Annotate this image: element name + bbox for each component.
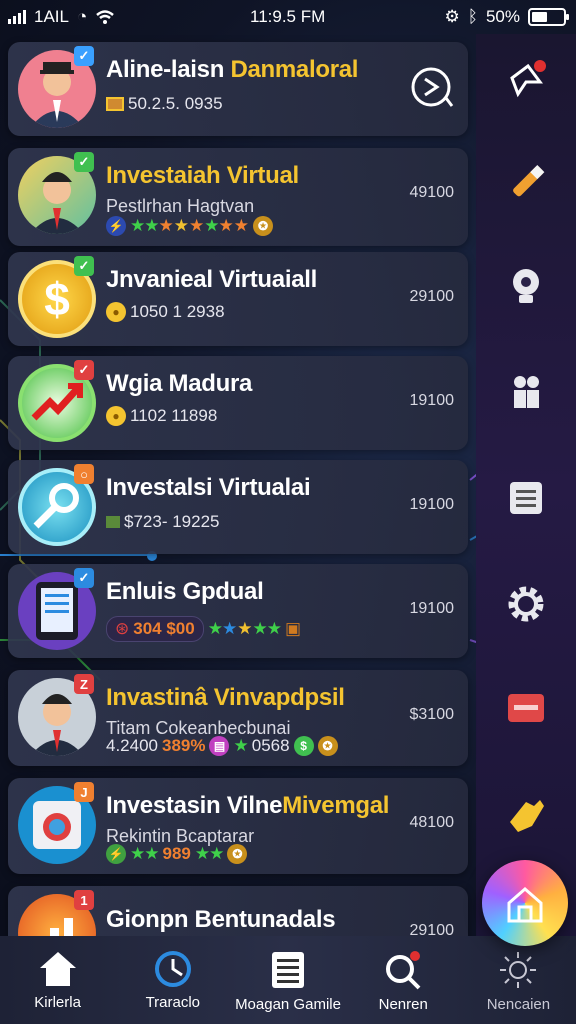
item-value: 19100	[409, 600, 455, 617]
list-icon	[272, 952, 304, 988]
list-item[interactable]: $ ✓ Jnvanieal Virtuaiall ● 1050 1 2938 2…	[8, 252, 468, 346]
coin-stack-icon: ●	[106, 406, 126, 426]
item-title: Gionpn Bentunadals	[106, 906, 336, 933]
item-subtitle: Pestlrhan Hagtvan	[106, 196, 255, 216]
people-icon[interactable]	[502, 366, 550, 414]
status-badge: ○	[74, 464, 94, 484]
lightning-icon: ⚡	[106, 844, 126, 864]
status-badge: ✓	[74, 256, 94, 276]
clock-icon	[154, 951, 191, 987]
status-badge: ✓	[74, 46, 94, 66]
status-badge: J	[74, 782, 94, 802]
clock-time: 11:9.5 FM	[250, 7, 326, 26]
list-item[interactable]: ○ Investalsi Virtualai $723- 19225 19100	[8, 460, 468, 554]
item-title: Invastinâ Vinvapdpsil	[106, 684, 345, 711]
rating-row: ⚡ ★★ 989 ★★ ✪	[106, 844, 248, 864]
pin-notification-icon[interactable]	[502, 56, 550, 104]
card-icon[interactable]	[502, 684, 550, 732]
item-value: 19100	[409, 496, 455, 513]
nav-item-manage[interactable]: Moagan Gamile	[230, 936, 345, 1024]
search-icon	[386, 951, 421, 990]
item-title: Jnvanieal Virtuaiall	[106, 266, 317, 293]
rating-stars: ★★★★★★★★	[130, 216, 249, 235]
status-badge: ✓	[74, 360, 94, 380]
medal-icon: ✪	[227, 844, 248, 864]
fab-home-button[interactable]	[482, 860, 568, 946]
side-rail	[476, 34, 576, 940]
nav-item-track[interactable]: Traraclo	[115, 936, 230, 1024]
list-item[interactable]: ✓ Enluis Gpdual ⊛ 304 $00 ★★★★★ ▣ 19100	[8, 564, 468, 658]
status-badge: ✓	[74, 568, 94, 588]
medal-icon: ✪	[252, 216, 273, 236]
list-item[interactable]: ✓ Investaiah Virtual Pestlrhan Hagtvan ⚡…	[8, 148, 468, 246]
status-badge: Z	[74, 674, 94, 694]
status-badge: ✓	[74, 152, 94, 172]
wallet-icon	[106, 97, 124, 111]
bottom-nav: Kirlerla Traraclo Moagan Gamile Nenren N…	[0, 936, 576, 1024]
rating-row: ⊛ 304 $00 ★★★★★ ▣	[106, 616, 301, 642]
document-icon[interactable]	[502, 474, 550, 522]
hand-icon[interactable]	[502, 790, 550, 838]
signal-icon	[8, 10, 26, 24]
battery-icon	[528, 8, 569, 26]
item-amount: ● 1102 11898	[106, 406, 217, 426]
item-title: Wgia Madura	[106, 370, 253, 397]
stats-row: 4.2400 389% ▤ ★ 0568 $ ✪	[106, 736, 338, 756]
pencil-icon[interactable]	[502, 158, 550, 206]
item-value: $3100	[409, 706, 455, 723]
item-title: Aline-laisn Danmaloral	[106, 56, 359, 83]
item-amount: 50.2.5. 0935	[106, 94, 223, 114]
list-item[interactable]: J Investasin VilneMivemgal Rekintin Bcap…	[8, 778, 468, 874]
battery-percent: 50%	[485, 7, 520, 26]
item-title: Investalsi Virtualai	[106, 474, 311, 501]
nav-item-home[interactable]: Kirlerla	[0, 936, 115, 1024]
bluetooth-icon: ᛒ	[467, 7, 478, 26]
nav-item-more[interactable]: Nencaien	[461, 936, 576, 1024]
medal-icon: ✪	[317, 736, 338, 756]
rating-row: ⚡ ★★★★★★★★ ✪	[106, 216, 273, 236]
nav-item-search[interactable]: Nenren	[346, 936, 461, 1024]
rating-stars: ★★★★★	[207, 619, 282, 638]
sun-icon	[500, 952, 537, 988]
item-value: 19100	[409, 392, 455, 409]
item-title: Investasin VilneMivemgal	[106, 792, 390, 819]
item-title: Investaiah Virtual	[106, 162, 299, 189]
status-badge: 1	[74, 890, 94, 910]
item-value: 29100	[409, 288, 455, 305]
item-title: Enluis Gpdual	[106, 578, 264, 605]
home-icon	[39, 952, 76, 986]
cash-icon	[106, 516, 120, 528]
item-value: 48100	[409, 814, 455, 831]
item-amount: $723- 19225	[106, 512, 219, 532]
settings-gear-icon[interactable]	[502, 580, 550, 628]
item-amount: ● 1050 1 2938	[106, 302, 225, 322]
wifi-icon	[96, 10, 115, 24]
share-icon[interactable]	[408, 64, 454, 110]
dollar-icon: $	[293, 736, 314, 756]
status-bar: 1AIL ◔ 11:9.5 FM ⚙ ᛒ 50%	[0, 0, 576, 34]
carrier-label: 1AIL	[34, 7, 69, 26]
list-item[interactable]: Z Invastinâ Vinvapdpsil Titam Cokeanbecb…	[8, 670, 468, 766]
lightbulb-gear-icon[interactable]	[502, 262, 550, 310]
item-value: 49100	[409, 184, 455, 201]
list-item[interactable]: ✓ Wgia Madura ● 1102 11898 19100	[8, 356, 468, 450]
alarm-icon: ◔	[76, 7, 88, 26]
ticket-icon: ▤	[209, 736, 230, 756]
chest-icon: ▣	[284, 619, 301, 638]
house-icon	[507, 887, 543, 923]
lightning-icon: ⚡	[106, 216, 126, 236]
coin-stack-icon: ●	[106, 302, 126, 322]
price-chip: ⊛ 304 $00	[106, 616, 204, 642]
settings-status-icon: ⚙	[444, 7, 460, 26]
list-item[interactable]: ✓ Aline-laisn Danmaloral 50.2.5. 0935	[8, 42, 468, 136]
